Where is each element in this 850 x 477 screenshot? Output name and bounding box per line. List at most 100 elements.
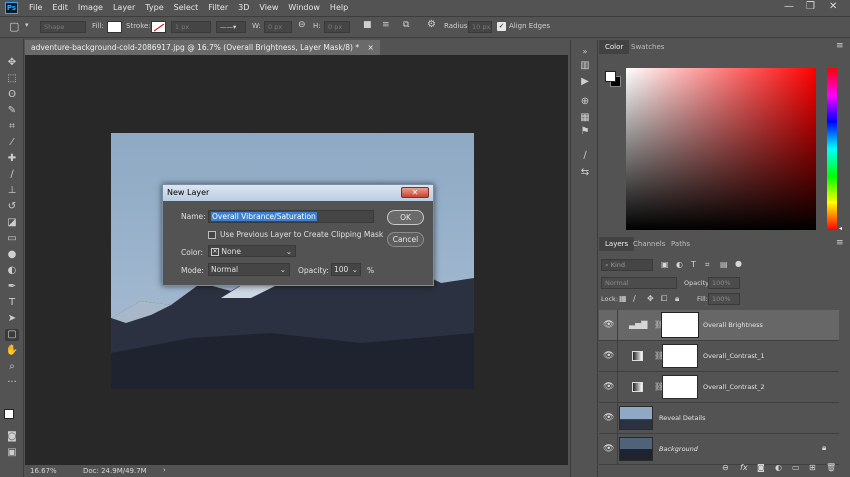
- menu-select[interactable]: Select: [169, 3, 204, 12]
- link-layers-icon[interactable]: ⊖: [722, 463, 729, 472]
- visibility-eye-icon[interactable]: 👁︎: [603, 444, 614, 454]
- close-tab-icon[interactable]: ×: [368, 43, 374, 52]
- healing-brush-tool-icon[interactable]: ✚: [5, 153, 19, 165]
- menu-3d[interactable]: 3D: [233, 3, 254, 12]
- layer-mask-thumbnail[interactable]: [662, 375, 698, 399]
- radius-input[interactable]: 10 px: [468, 21, 492, 33]
- path-alignment-icon[interactable]: ≡: [382, 20, 390, 30]
- foreground-color-swatch[interactable]: [4, 409, 14, 419]
- opacity-input[interactable]: 100 ⌄: [331, 263, 361, 276]
- cancel-button[interactable]: Cancel: [387, 232, 424, 247]
- hand-tool-icon[interactable]: ✋: [5, 345, 19, 357]
- rounded-rect-tool-icon[interactable]: ▢: [9, 20, 19, 33]
- layer-opacity-input[interactable]: 100%: [708, 277, 740, 289]
- new-group-icon[interactable]: ▭: [792, 463, 800, 472]
- visibility-eye-icon[interactable]: 👁︎: [603, 382, 614, 392]
- stroke-style-select[interactable]: ——▾: [216, 21, 246, 33]
- brush-tool-icon[interactable]: ∕: [5, 169, 19, 181]
- gradient-tool-icon[interactable]: ▭: [5, 233, 19, 245]
- layer-row[interactable]: 👁︎ ⛓︎ Overall_Contrast_1: [599, 341, 839, 372]
- blend-mode-select[interactable]: Normal: [601, 277, 677, 289]
- color-spectrum-field[interactable]: [626, 68, 816, 230]
- shape-mode-select[interactable]: Shape: [40, 21, 86, 33]
- menu-image[interactable]: Image: [73, 3, 108, 12]
- play-actions-icon[interactable]: ▶: [579, 76, 591, 88]
- layer-name[interactable]: Overall Brightness: [703, 321, 763, 329]
- color-select[interactable]: ✕ None ⌄: [208, 245, 296, 257]
- quick-select-tool-icon[interactable]: ✎: [5, 105, 19, 117]
- visibility-eye-icon[interactable]: 👁︎: [603, 320, 614, 330]
- lock-image-icon[interactable]: ∕: [633, 294, 636, 303]
- layer-row[interactable]: 👁︎ Reveal Details: [599, 403, 839, 434]
- lock-position-icon[interactable]: ✥: [647, 294, 654, 303]
- ok-button[interactable]: OK: [387, 210, 424, 225]
- gear-icon[interactable]: ⚙: [427, 19, 436, 30]
- zoom-tool-icon[interactable]: ⌕: [5, 361, 19, 373]
- stroke-swatch[interactable]: [151, 21, 166, 33]
- menu-window[interactable]: Window: [283, 3, 325, 12]
- layer-mask-thumbnail[interactable]: [662, 344, 698, 368]
- panel-menu-icon[interactable]: ≡: [836, 41, 844, 51]
- filter-adjustment-icon[interactable]: ◐: [676, 260, 683, 269]
- menu-file[interactable]: File: [24, 3, 47, 12]
- foreground-color-chip[interactable]: [605, 71, 616, 82]
- history-icon[interactable]: ▥: [579, 60, 591, 72]
- layer-name[interactable]: Overall_Contrast_1: [703, 352, 765, 360]
- layer-row[interactable]: 👁︎ ▃▅▇ ⛓︎ Overall Brightness: [599, 310, 839, 341]
- visibility-eye-icon[interactable]: 👁︎: [603, 413, 614, 423]
- fill-swatch[interactable]: [107, 21, 122, 33]
- trash-icon[interactable]: 🗑︎: [826, 463, 836, 472]
- layer-filter-select[interactable]: ⌕ Kind: [601, 259, 653, 271]
- menu-type[interactable]: Type: [140, 3, 168, 12]
- layer-name-input[interactable]: Overall Vibrance/Saturation: [208, 210, 374, 223]
- move-tool-icon[interactable]: ✥: [5, 57, 19, 69]
- mode-select[interactable]: Normal ⌄: [208, 263, 290, 276]
- adjustments-icon[interactable]: ⚑: [579, 126, 591, 138]
- minimize-icon[interactable]: —: [784, 1, 794, 12]
- libraries-icon[interactable]: ⊕: [579, 96, 591, 108]
- blur-tool-icon[interactable]: ●: [5, 249, 19, 261]
- tab-swatches[interactable]: Swatches: [625, 40, 670, 54]
- collapse-panels-icon[interactable]: »: [579, 46, 591, 58]
- stroke-size-input[interactable]: 1 px: [171, 21, 211, 33]
- menu-view[interactable]: View: [254, 3, 283, 12]
- menu-filter[interactable]: Filter: [203, 3, 233, 12]
- path-operations-icon[interactable]: ■: [363, 20, 372, 30]
- new-adjustment-layer-icon[interactable]: ◐: [775, 463, 782, 472]
- lock-artboard-icon[interactable]: ⧠: [661, 294, 667, 304]
- filter-smart-object-icon[interactable]: ▤: [720, 260, 728, 269]
- height-input[interactable]: 0 px: [324, 21, 350, 33]
- screen-mode-icon[interactable]: ▣: [5, 447, 19, 459]
- hue-slider-handle-icon[interactable]: ◂: [839, 225, 842, 232]
- lock-all-icon[interactable]: 🔒︎: [675, 294, 679, 304]
- fill-input[interactable]: 100%: [708, 293, 740, 305]
- menu-help[interactable]: Help: [325, 3, 353, 12]
- layer-name[interactable]: Reveal Details: [659, 414, 705, 422]
- dodge-tool-icon[interactable]: ◐: [5, 265, 19, 277]
- layer-name[interactable]: Overall_Contrast_2: [703, 383, 765, 391]
- eraser-tool-icon[interactable]: ◪: [5, 217, 19, 229]
- layer-row[interactable]: 👁︎ Background 🔒︎: [599, 434, 839, 465]
- layer-thumbnail[interactable]: [619, 437, 653, 461]
- pen-tool-icon[interactable]: ✒: [5, 281, 19, 293]
- lock-transparent-icon[interactable]: ▦: [619, 294, 627, 303]
- path-arrangement-icon[interactable]: ⧉: [403, 20, 409, 30]
- crop-tool-icon[interactable]: ⌗: [5, 121, 19, 133]
- path-selection-tool-icon[interactable]: ➤: [5, 313, 19, 325]
- layer-thumbnail[interactable]: [619, 406, 653, 430]
- width-input[interactable]: 0 px: [264, 21, 292, 33]
- quick-mask-icon[interactable]: ◙: [5, 431, 19, 443]
- marquee-tool-icon[interactable]: ⬚: [5, 73, 19, 85]
- rounded-rectangle-tool-icon[interactable]: ▢: [5, 329, 19, 341]
- brush-settings-icon[interactable]: ⇆: [579, 167, 591, 179]
- new-layer-icon[interactable]: ⊞: [809, 463, 816, 472]
- align-edges-checkbox[interactable]: ✓: [497, 22, 506, 31]
- panel-menu-icon[interactable]: ≡: [836, 238, 844, 248]
- layer-mask-thumbnail[interactable]: [661, 312, 699, 338]
- dialog-close-button[interactable]: ✕: [401, 187, 429, 198]
- menu-edit[interactable]: Edit: [47, 3, 73, 12]
- lasso-tool-icon[interactable]: ʘ: [5, 89, 19, 101]
- filter-shape-icon[interactable]: ⌗: [705, 260, 710, 270]
- hue-slider[interactable]: [827, 68, 837, 230]
- restore-icon[interactable]: ❐: [806, 1, 815, 12]
